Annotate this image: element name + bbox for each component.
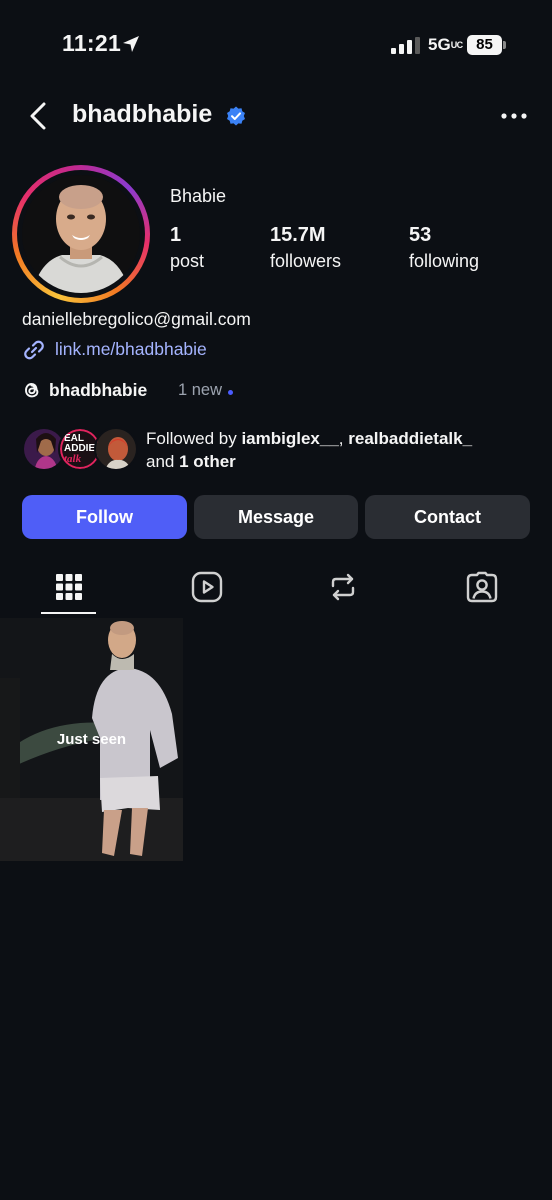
- profile-username: bhadbhabie: [72, 100, 213, 128]
- battery-level: 85: [476, 36, 493, 53]
- posts-count: 1: [170, 224, 182, 246]
- followers-label: followers: [270, 251, 342, 271]
- post-seen-label: Just seen: [56, 731, 127, 748]
- mutual-avatar-3: [94, 427, 138, 471]
- threads-badge[interactable]: bhadbhabie 1 new: [22, 378, 322, 404]
- verified-badge-icon: [227, 106, 245, 126]
- contact-button[interactable]: Contact: [365, 495, 530, 539]
- bio-link-text[interactable]: link.me/bhadbhabie: [55, 339, 207, 360]
- tab-reels[interactable]: [138, 560, 276, 614]
- message-button[interactable]: Message: [194, 495, 358, 539]
- grid-icon: [56, 574, 82, 600]
- threads-new-dot: [228, 390, 233, 395]
- link-icon: [24, 340, 44, 360]
- threads-handle: bhadbhabie: [49, 380, 148, 400]
- threads-new-label: 1 new: [178, 381, 223, 399]
- profile-screen: 11:21 5GUC 85 bhadbhabie Bhabie 1 post 1…: [0, 0, 552, 1200]
- following-count: 53: [409, 224, 432, 246]
- tab-grid[interactable]: [0, 560, 138, 614]
- post-thumbnail[interactable]: Just seen: [0, 618, 183, 861]
- follow-button[interactable]: Follow: [22, 495, 187, 539]
- active-tab-indicator: [41, 612, 96, 614]
- repost-icon: [331, 573, 355, 601]
- cell-signal-icon: [391, 37, 420, 54]
- tagged-person-icon: [466, 571, 498, 603]
- mutual-avatar-2-line3: talk: [64, 453, 82, 465]
- posts-stat[interactable]: 1 post: [170, 224, 204, 272]
- status-bar: 11:21 5GUC 85: [0, 0, 552, 90]
- location-arrow-icon: [123, 36, 139, 52]
- chevron-left-icon[interactable]: [24, 100, 54, 132]
- following-stat[interactable]: 53 following: [409, 224, 479, 272]
- bio-email: daniellebregolico@gmail.com: [22, 309, 251, 329]
- profile-tabs: [0, 560, 552, 616]
- following-label: following: [409, 251, 480, 271]
- more-horizontal-icon[interactable]: [498, 104, 530, 128]
- profile-header: bhadbhabie: [0, 92, 552, 140]
- mutual-followers-text: Followed by iambiglex__, realbaddietalk_…: [146, 429, 473, 471]
- reels-icon: [191, 571, 223, 603]
- network-type: 5GUC: [428, 35, 463, 54]
- followers-stat[interactable]: 15.7M followers: [270, 224, 341, 272]
- tab-reposts[interactable]: [274, 560, 412, 614]
- posts-label: post: [170, 251, 205, 271]
- tab-tagged[interactable]: [413, 560, 551, 614]
- battery-indicator: 85: [467, 35, 507, 55]
- display-name: Bhabie: [170, 186, 227, 206]
- profile-avatar[interactable]: [22, 175, 140, 293]
- threads-icon: [25, 383, 39, 398]
- followers-count: 15.7M: [270, 224, 326, 246]
- status-time: 11:21: [62, 30, 122, 56]
- mutual-followers[interactable]: EAL ADDIE talk Followed by iambiglex__, …: [22, 424, 542, 474]
